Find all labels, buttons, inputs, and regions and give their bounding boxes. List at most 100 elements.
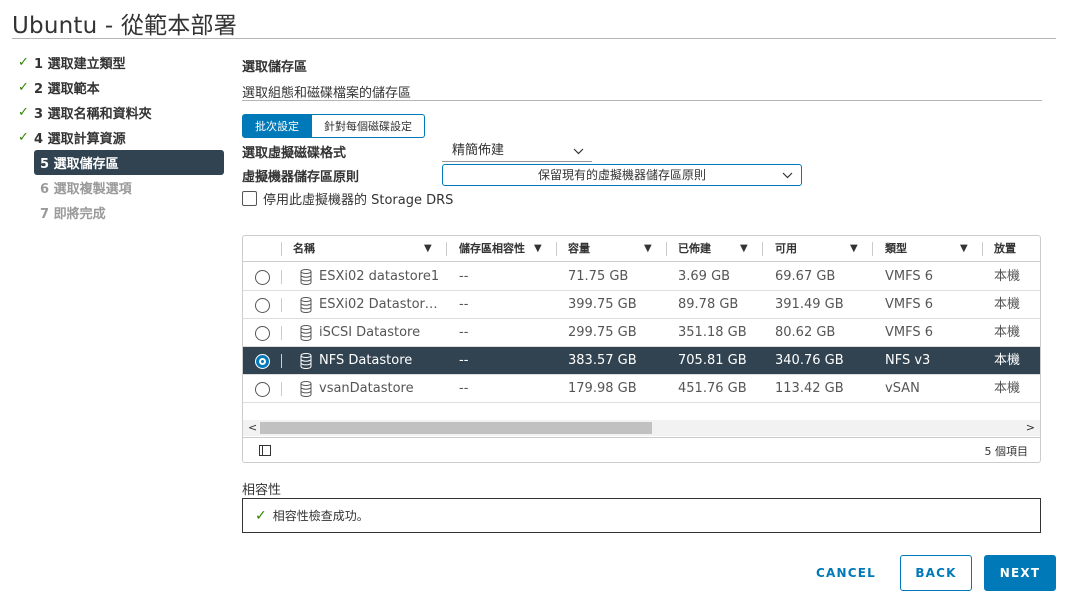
row-radio[interactable] [255,382,270,397]
cell-provisioned: 89.78 GB [678,297,739,312]
column-header-type[interactable]: 類型 [877,236,957,262]
drs-checkbox-row[interactable]: 停用此虛擬機器的 Storage DRS [242,189,453,208]
step-1[interactable]: ✓ 1 選取建立類型 [12,50,224,75]
column-separator[interactable] [556,242,557,256]
cell-provisioned: 351.18 GB [678,325,747,340]
column-toggle-icon[interactable] [259,445,271,456]
compatibility-label: 相容性 [242,483,282,498]
cell-capacity: 71.75 GB [568,269,629,284]
filter-icon[interactable]: ▼ [960,236,968,262]
cell-free: 391.49 GB [775,297,844,312]
storage-policy-value: 保留現有的虛擬機器儲存區原則 [537,168,706,182]
column-header-capacity[interactable]: 容量 [560,236,640,262]
section-divider [242,100,1042,101]
column-header-compat[interactable]: 儲存區相容性 [451,236,533,262]
filter-icon[interactable]: ▼ [740,236,748,262]
per-disk-setting-button[interactable]: 針對每個磁碟設定 [312,114,425,138]
cell-capacity: 399.75 GB [568,297,637,312]
column-header-name[interactable]: 名稱 [285,236,435,262]
filter-icon[interactable]: ▼ [644,236,652,262]
column-header-placement[interactable]: 放置 [986,236,1040,262]
back-button[interactable]: BACK [900,555,972,591]
row-radio[interactable] [255,270,270,285]
storage-policy-label: 虛擬機器儲存區原則 [242,170,360,185]
table-row-selected[interactable]: NFS Datastore -- 383.57 GB 705.81 GB 340… [243,347,1040,375]
column-separator[interactable] [446,242,447,256]
step-3[interactable]: ✓ 3 選取名稱和資料夾 [12,100,224,125]
storage-policy-row: 虛擬機器儲存區原則 [242,166,442,185]
step-2[interactable]: ✓ 2 選取範本 [12,75,224,100]
row-separator [281,298,282,312]
cell-type: NFS v3 [885,353,931,368]
title-divider [12,38,1056,39]
check-icon: ✓ [18,130,29,145]
cell-compat: -- [459,381,469,396]
filter-icon[interactable]: ▼ [850,236,858,262]
column-separator [281,242,282,256]
row-radio[interactable] [255,326,270,341]
column-header-free[interactable]: 可用 [767,236,847,262]
drs-checkbox[interactable] [242,191,257,206]
datastore-grid: 名稱 ▼ 儲存區相容性 ▼ 容量 ▼ 已佈建 ▼ 可用 ▼ 類型 ▼ 放置 ES… [242,235,1041,463]
section-subtitle: 選取組態和磁碟檔案的儲存區 [242,86,412,101]
column-separator[interactable] [872,242,873,256]
column-separator[interactable] [666,242,667,256]
cell-placement: 本機 [994,325,1021,340]
column-separator[interactable] [982,242,983,256]
grid-header: 名稱 ▼ 儲存區相容性 ▼ 容量 ▼ 已佈建 ▼ 可用 ▼ 類型 ▼ 放置 [243,236,1040,262]
step-5[interactable]: 5 選取儲存區 [34,150,224,175]
table-row[interactable]: iSCSI Datastore -- 299.75 GB 351.18 GB 8… [243,319,1040,347]
check-icon: ✓ [18,80,29,95]
disk-format-label: 選取虛擬磁碟格式 [242,146,347,161]
step-label: 2 選取範本 [34,82,100,97]
next-button[interactable]: NEXT [984,555,1056,591]
column-header-provisioned[interactable]: 已佈建 [670,236,750,262]
cell-provisioned: 3.69 GB [678,269,731,284]
scroll-right-icon[interactable]: > [1026,420,1035,436]
cell-type: VMFS 6 [885,297,934,312]
step-4[interactable]: ✓ 4 選取計算資源 [12,125,224,150]
cancel-button[interactable]: CANCEL [806,555,886,591]
wizard-steps: ✓ 1 選取建立類型 ✓ 2 選取範本 ✓ 3 選取名稱和資料夾 ✓ 4 選取計算資源 … [12,50,224,225]
step-label: 1 選取建立類型 [34,57,126,72]
cell-name: ESXi02 Datastore2 [319,297,439,312]
section-header: 選取儲存區 選取組態和磁碟檔案的儲存區 [242,56,1042,101]
cell-name: vsanDatastore [319,381,414,396]
cell-capacity: 179.98 GB [568,381,637,396]
cell-compat: -- [459,297,469,312]
step-label: 6 選取複製選項 [40,182,132,197]
cell-type: vSAN [885,381,920,396]
cell-provisioned: 451.76 GB [678,381,747,396]
check-icon: ✓ [18,105,29,120]
scrollbar-thumb[interactable] [260,422,652,434]
mode-toggle: 批次設定 針對每個磁碟設定 [242,114,425,138]
step-label: 3 選取名稱和資料夾 [34,107,152,122]
cell-placement: 本機 [994,381,1021,396]
cell-compat: -- [459,325,469,340]
horizontal-scrollbar[interactable]: < > [243,420,1040,436]
cell-placement: 本機 [994,297,1021,312]
row-separator [281,270,282,284]
check-icon: ✓ [18,55,29,70]
table-row[interactable]: ESXi02 Datastore2 -- 399.75 GB 89.78 GB … [243,291,1040,319]
cell-capacity: 383.57 GB [568,353,637,368]
column-separator[interactable] [762,242,763,256]
disk-format-select[interactable]: 精簡佈建 [442,140,592,162]
filter-icon[interactable]: ▼ [534,236,542,262]
cell-free: 340.76 GB [775,353,844,368]
table-row[interactable]: ESXi02 datastore1 -- 71.75 GB 3.69 GB 69… [243,263,1040,291]
cell-type: VMFS 6 [885,269,934,284]
grid-footer: 5 個項目 [243,437,1040,462]
cell-free: 80.62 GB [775,325,836,340]
scroll-left-icon[interactable]: < [248,420,257,436]
step-label: 4 選取計算資源 [34,132,126,147]
chevron-down-icon [782,165,793,192]
compatibility-message: 相容性檢查成功。 [272,509,369,523]
cell-placement: 本機 [994,353,1021,368]
row-radio[interactable] [255,298,270,313]
row-radio-selected[interactable] [255,354,270,369]
table-row[interactable]: vsanDatastore -- 179.98 GB 451.76 GB 113… [243,375,1040,403]
batch-setting-button[interactable]: 批次設定 [242,114,312,138]
filter-icon[interactable]: ▼ [424,236,432,262]
storage-policy-select[interactable]: 保留現有的虛擬機器儲存區原則 [442,164,802,186]
